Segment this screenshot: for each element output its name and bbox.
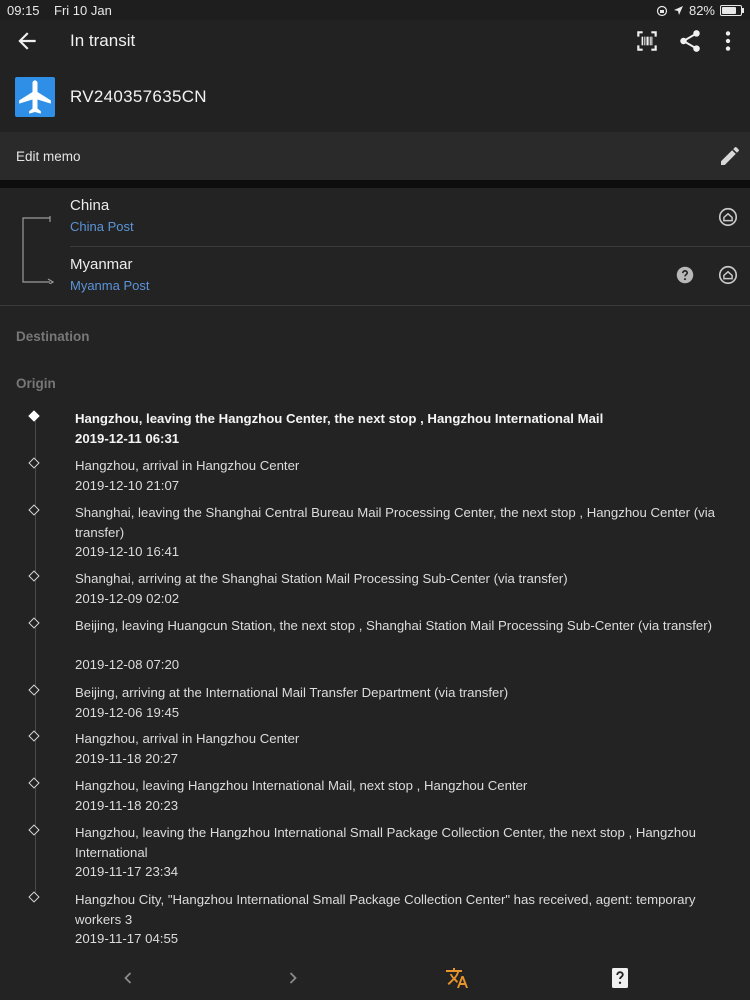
carrier-type-badge xyxy=(15,77,55,117)
event-time: 2019-11-18 20:27 xyxy=(75,750,179,766)
event-description: Hangzhou, leaving the Hangzhou Center, t… xyxy=(75,411,604,426)
chevron-left-icon[interactable] xyxy=(116,966,140,990)
timeline-dot-icon xyxy=(28,504,40,516)
share-icon[interactable] xyxy=(677,28,703,54)
event-description: Beijing, arriving at the International M… xyxy=(75,685,509,700)
carrier-home-icon[interactable] xyxy=(717,264,739,286)
status-date: Fri 10 Jan xyxy=(54,3,112,18)
more-vert-icon[interactable] xyxy=(715,28,741,54)
destination-section-label: Destination xyxy=(16,329,90,344)
section-divider xyxy=(0,180,750,188)
event-description: Hangzhou, leaving Hangzhou International… xyxy=(75,778,528,793)
event-time: 2019-11-17 23:34 xyxy=(75,864,179,879)
barcode-scan-icon[interactable] xyxy=(634,28,660,54)
status-right: 82% xyxy=(656,3,744,18)
help-card-icon[interactable] xyxy=(608,966,632,990)
event-description: Beijing, leaving Huangcun Station, the n… xyxy=(75,618,713,633)
event-description: Shanghai, leaving the Shanghai Central B… xyxy=(75,505,715,540)
location-icon xyxy=(673,6,683,15)
edit-memo-label: Edit memo xyxy=(16,149,81,164)
status-time: 09:15 xyxy=(7,3,40,18)
tracking-number: RV240357635CN xyxy=(70,87,207,106)
timeline-dot-icon xyxy=(28,684,40,696)
event-time: 2019-12-06 19:45 xyxy=(75,704,180,720)
destination-carrier-link[interactable]: Myanma Post xyxy=(70,278,149,293)
help-icon[interactable] xyxy=(676,266,694,284)
event-description: Hangzhou, arrival in Hangzhou Center xyxy=(75,458,300,473)
timeline-dot-icon xyxy=(28,777,40,789)
back-arrow-icon[interactable] xyxy=(14,28,40,54)
app-bar: In transit RV240357635CN xyxy=(0,20,750,132)
status-bar: 09:15 Fri 10 Jan 82% xyxy=(0,0,750,20)
timeline-dot-icon xyxy=(28,457,40,469)
battery-icon xyxy=(720,5,744,16)
bottom-toolbar xyxy=(0,955,750,1000)
timeline-dot-icon xyxy=(28,617,40,629)
airplane-icon xyxy=(19,80,51,114)
event-description: Hangzhou, arrival in Hangzhou Center xyxy=(75,731,300,746)
route-bracket-icon xyxy=(22,216,54,284)
event-time: 2019-11-18 20:23 xyxy=(75,797,179,813)
edit-memo-row[interactable]: Edit memo xyxy=(0,132,750,180)
event-description: Hangzhou City, "Hangzhou International S… xyxy=(75,892,696,927)
origin-section-label: Origin xyxy=(16,376,56,391)
origin-carrier-link[interactable]: China Post xyxy=(70,219,134,234)
destination-country: Myanmar xyxy=(70,256,133,273)
event-time: 2019-12-09 02:02 xyxy=(75,590,180,606)
orientation-lock-icon xyxy=(656,5,668,16)
timeline-dot-icon xyxy=(28,891,40,903)
event-time: 2019-12-11 06:31 xyxy=(75,430,180,446)
origin-country: China xyxy=(70,197,110,214)
event-time: 2019-12-08 07:20 xyxy=(75,657,180,672)
carrier-divider xyxy=(70,246,750,247)
event-description: Hangzhou, leaving the Hangzhou Internati… xyxy=(75,825,696,860)
battery-percent: 82% xyxy=(688,3,715,18)
event-time: 2019-12-10 16:41 xyxy=(75,544,180,559)
timeline-dot-icon xyxy=(28,570,40,582)
event-time: 2019-11-17 04:55 xyxy=(75,931,179,946)
carrier-route: China China Post Myanmar Myanma Post xyxy=(0,188,750,306)
battery-fill xyxy=(722,7,736,14)
translate-icon[interactable] xyxy=(445,966,469,990)
timeline-dot-icon xyxy=(28,730,40,742)
event-time: 2019-12-10 21:07 xyxy=(75,477,180,493)
carrier-home-icon[interactable] xyxy=(717,206,739,228)
timeline-dot-icon xyxy=(28,824,40,836)
edit-pencil-icon[interactable] xyxy=(718,144,742,168)
timeline-dot-icon xyxy=(28,410,40,422)
event-description: Shanghai, arriving at the Shanghai Stati… xyxy=(75,571,568,586)
chevron-right-icon[interactable] xyxy=(281,966,305,990)
page-title: In transit xyxy=(70,31,136,50)
